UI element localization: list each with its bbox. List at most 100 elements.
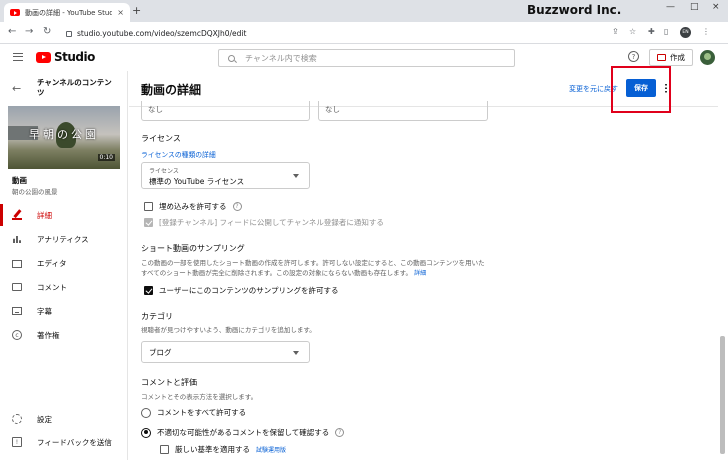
video-title: 朝の公園の風景 (12, 188, 58, 196)
reload-icon[interactable]: ↻ (43, 26, 51, 37)
sidebar-item-label: 著作権 (37, 330, 60, 340)
subtitles-icon (12, 307, 22, 315)
allow-embedding-option[interactable]: 埋め込みを許可する ? (144, 201, 242, 212)
comments-description: コメントとその表示方法を選択します。 (141, 393, 258, 401)
shorts-desc-line2: すべてのショート動画が完全に削除されます。この設定の対象にならない動画も存在しま… (141, 269, 412, 277)
create-label: 作成 (670, 53, 685, 62)
back-icon[interactable]: ← (8, 26, 16, 37)
sidebar-item-label: アナリティクス (37, 234, 89, 244)
browser-menu-icon[interactable]: ⋮ (702, 27, 710, 36)
brand-watermark: Buzzword Inc. (527, 3, 622, 17)
youtube-favicon-icon (10, 9, 20, 16)
notify-subscribers-option: [登録チャンネル] フィードに公開してチャンネル登録者に通知する (144, 217, 384, 228)
url-text[interactable]: studio.youtube.com/video/szemcDQXJh0/edi… (77, 29, 246, 38)
sidebar-item-label: エディタ (37, 258, 67, 268)
tab-close-icon[interactable]: × (117, 8, 124, 17)
allow-sampling-option[interactable]: ユーザーにこのコンテンツのサンプリングを許可する (144, 285, 338, 296)
allow-sampling-checkbox[interactable] (144, 286, 153, 295)
license-details-link[interactable]: ライセンスの種類の詳細 (141, 149, 216, 159)
analytics-icon (12, 234, 22, 244)
studio-logo-text: Studio (54, 50, 95, 64)
strict-filter-option[interactable]: 厳しい基準を適用する 試験運用版 (160, 444, 286, 455)
help-icon[interactable]: ? (232, 202, 242, 211)
forward-icon[interactable]: → (25, 26, 33, 37)
lock-icon[interactable] (66, 31, 72, 37)
help-icon[interactable]: ? (628, 51, 639, 62)
back-arrow-icon[interactable]: ← (12, 82, 21, 95)
notify-subscribers-label: [登録チャンネル] フィードに公開してチャンネル登録者に通知する (159, 218, 384, 227)
help-icon[interactable]: ? (335, 428, 345, 437)
tab-title: 動画の詳細 - YouTube Studio (25, 8, 113, 17)
sidebar-item-copyright[interactable]: c 著作権 (0, 324, 127, 346)
create-button[interactable]: 作成 (649, 49, 693, 66)
comments-hold-radio[interactable] (141, 427, 151, 438)
share-icon[interactable]: ⇪ (612, 27, 619, 36)
category-description: 視聴者が見つけやすいよう、動画にカテゴリを追加します。 (141, 326, 316, 334)
sidebar-item-label: 字幕 (37, 306, 52, 316)
account-avatar[interactable] (700, 50, 715, 65)
license-select[interactable]: ライセンス 標準の YouTube ライセンス (141, 162, 310, 189)
shorts-sampling-title: ショート動画のサンプリング (141, 244, 245, 253)
sidebar-item-comments[interactable]: コメント (0, 276, 127, 298)
sidebar-item-subtitles[interactable]: 字幕 (0, 300, 127, 322)
hamburger-menu-icon[interactable] (13, 53, 23, 61)
profile-avatar[interactable]: EN (680, 27, 691, 38)
close-window-button[interactable]: × (712, 2, 720, 12)
shorts-sampling-description: この動画の一部を使用したショート動画の作成を許可します。許可しない設定にすると、… (141, 258, 701, 279)
allow-embedding-checkbox[interactable] (144, 202, 153, 211)
shorts-details-link[interactable]: 詳細 (414, 270, 426, 277)
previous-field-left[interactable]: なし (141, 101, 310, 121)
maximize-button[interactable]: □ (690, 2, 699, 12)
pencil-icon (12, 210, 22, 220)
copyright-icon: c (12, 330, 22, 340)
sidebar-item-feedback[interactable]: ! フィードバックを送信 (0, 431, 127, 453)
previous-field-right[interactable]: なし (318, 101, 488, 121)
save-highlight-frame (611, 66, 671, 113)
youtube-logo-icon (36, 51, 51, 63)
allow-sampling-label: ユーザーにこのコンテンツのサンプリングを許可する (159, 286, 339, 295)
dropdown-caret-icon (293, 174, 299, 178)
extensions-icon[interactable]: ✚ (648, 27, 655, 36)
license-select-value: 標準の YouTube ライセンス (149, 177, 245, 186)
sidebar-item-settings[interactable]: 設定 (0, 408, 127, 430)
page-title: 動画の詳細 (141, 83, 202, 97)
sidebar-item-details[interactable]: 詳細 (0, 204, 127, 226)
notify-subscribers-checkbox (144, 218, 153, 227)
main-content: 動画の詳細 変更を元に戻す 保存 なし なし ライセンス ライセンスの種類の詳細… (129, 71, 718, 460)
sidebar-panel-icon[interactable]: ▯ (664, 27, 668, 36)
video-camera-icon (657, 54, 666, 61)
comments-section-title: コメントと評価 (141, 378, 197, 387)
category-select[interactable]: ブログ (141, 341, 310, 363)
sidebar-item-analytics[interactable]: アナリティクス (0, 228, 127, 250)
feedback-label: フィードバックを送信 (37, 437, 112, 447)
search-icon (228, 54, 235, 62)
license-section-title: ライセンス (141, 134, 181, 143)
video-thumbnail[interactable]: 早朝の公園 0:10 (8, 106, 120, 169)
gear-icon (12, 414, 22, 424)
page-scrollbar[interactable] (720, 336, 725, 454)
editor-icon (12, 259, 22, 268)
browser-tab-bar: 動画の詳細 - YouTube Studio × + Buzzword Inc.… (0, 0, 728, 22)
settings-label: 設定 (37, 414, 52, 424)
channel-content-title: チャンネルのコンテンツ (37, 78, 112, 97)
strict-filter-label: 厳しい基準を適用する (175, 445, 250, 454)
thumbnail-caption: 早朝の公園 (29, 128, 99, 141)
minimize-button[interactable]: — (666, 2, 675, 12)
studio-logo[interactable]: Studio (36, 50, 95, 64)
new-tab-button[interactable]: + (132, 4, 141, 17)
category-select-value: ブログ (149, 348, 172, 357)
dropdown-caret-icon (293, 351, 299, 355)
sidebar-item-label: 詳細 (37, 210, 52, 220)
comments-allow-all-option[interactable]: コメントをすべて許可する (141, 407, 246, 418)
category-section-title: カテゴリ (141, 312, 173, 321)
comments-allow-all-radio[interactable] (141, 407, 151, 418)
comment-icon (12, 283, 22, 291)
comments-hold-option[interactable]: 不適切な可能性があるコメントを保留して確認する ? (141, 427, 345, 438)
browser-tab[interactable]: 動画の詳細 - YouTube Studio × (4, 3, 130, 22)
channel-search-input[interactable]: チャンネル内で検索 (218, 49, 515, 67)
strict-filter-checkbox[interactable] (160, 445, 169, 454)
omnibox[interactable]: studio.youtube.com/video/szemcDQXJh0/edi… (64, 25, 634, 41)
bookmark-star-icon[interactable]: ☆ (629, 27, 636, 36)
sidebar-item-editor[interactable]: エディタ (0, 252, 127, 274)
sidebar: ← チャンネルのコンテンツ 早朝の公園 0:10 動画 朝の公園の風景 詳細 ア… (0, 71, 128, 460)
